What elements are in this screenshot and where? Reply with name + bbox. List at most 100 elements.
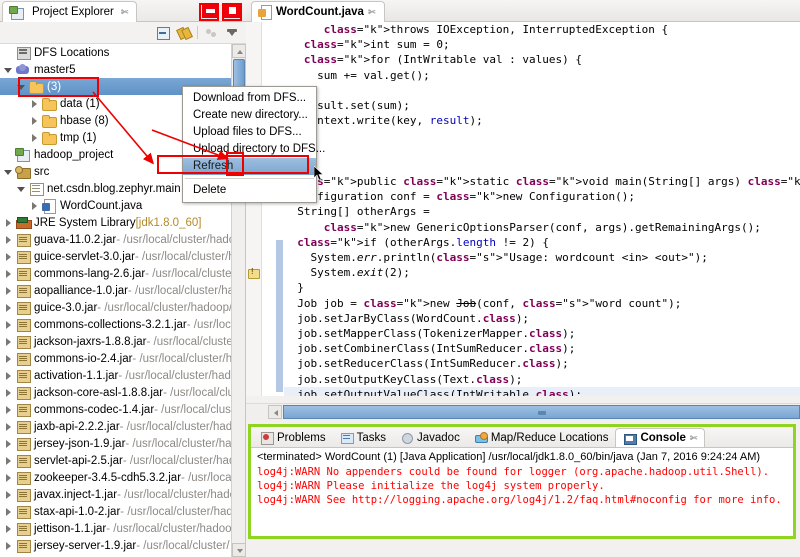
twisty-collapsed-icon[interactable] xyxy=(2,369,15,382)
tree-item-label: hadoop_project xyxy=(34,148,114,161)
console-tab-javadoc[interactable]: Javadoc xyxy=(393,428,467,447)
scroll-down-arrow-icon[interactable] xyxy=(232,543,245,557)
tree-item[interactable]: commons-collections-3.2.1.jar - /usr/loc… xyxy=(0,316,231,333)
tree-item-label: jettison-1.1.jar xyxy=(34,522,107,535)
warning-marker-icon[interactable] xyxy=(248,267,260,279)
tree-item[interactable]: servlet-api-2.5.jar - /usr/local/cluster… xyxy=(0,452,231,469)
collapse-all-icon[interactable] xyxy=(155,25,170,40)
minimize-button[interactable] xyxy=(202,3,218,18)
tree-item[interactable]: guava-11.0.2.jar - /usr/local/cluster/ha… xyxy=(0,231,231,248)
tree-item[interactable]: jackson-jaxrs-1.8.8.jar - /usr/local/clu… xyxy=(0,333,231,350)
tree-item-sublabel: - /usr/local/cluster/had xyxy=(122,454,231,467)
twisty-collapsed-icon[interactable] xyxy=(2,386,15,399)
tree-item[interactable]: jersey-json-1.9.jar - /usr/local/cluster… xyxy=(0,435,231,452)
scroll-left-arrow-icon[interactable] xyxy=(268,405,282,419)
menu-item[interactable]: Delete xyxy=(183,182,316,199)
twisty-collapsed-icon[interactable] xyxy=(2,437,15,450)
twisty-collapsed-icon[interactable] xyxy=(28,114,41,127)
tree-item-label: commons-codec-1.4.jar xyxy=(34,403,155,416)
tree-item[interactable]: JRE System Library [jdk1.8.0_60] xyxy=(0,214,231,231)
console-body[interactable]: <terminated> WordCount (1) [Java Applica… xyxy=(251,447,793,536)
console-tab-tasks[interactable]: Tasks xyxy=(333,428,393,447)
twisty-collapsed-icon[interactable] xyxy=(2,352,15,365)
menu-separator xyxy=(185,178,314,179)
console-icon xyxy=(623,432,638,445)
twisty-collapsed-icon[interactable] xyxy=(2,420,15,433)
menu-item[interactable]: Create new directory... xyxy=(183,107,316,124)
jar-icon xyxy=(15,402,31,417)
editor-hscrollbar[interactable] xyxy=(246,403,800,420)
tree-item-sublabel: - /usr/local/cluster/ha xyxy=(125,437,231,450)
maximize-button[interactable] xyxy=(224,3,240,18)
tree-item[interactable]: javax.inject-1.jar - /usr/local/cluster/… xyxy=(0,486,231,503)
twisty-collapsed-icon[interactable] xyxy=(2,284,15,297)
scroll-up-arrow-icon[interactable] xyxy=(232,44,245,58)
tree-item[interactable]: jersey-server-1.9.jar - /usr/local/clust… xyxy=(0,537,231,554)
tree-item[interactable]: commons-lang-2.6.jar - /usr/local/cluste… xyxy=(0,265,231,282)
menu-item[interactable]: Upload directory to DFS... xyxy=(183,141,325,158)
twisty-collapsed-icon[interactable] xyxy=(2,233,15,246)
tree-item-label: net.csdn.blog.zephyr.main xyxy=(47,182,181,195)
view-menu-icon[interactable] xyxy=(225,25,240,40)
tree-item-label: jaxb-api-2.2.2.jar xyxy=(34,420,120,433)
tree-item[interactable]: jettison-1.1.jar - /usr/local/cluster/ha… xyxy=(0,520,231,537)
close-icon[interactable]: ✄ xyxy=(690,433,698,444)
console-tab-mapreduce[interactable]: Map/Reduce Locations xyxy=(467,428,616,447)
jar-icon xyxy=(15,300,31,315)
twisty-expanded-icon[interactable] xyxy=(2,63,15,76)
folding-column[interactable] xyxy=(263,22,276,396)
focus-icon[interactable] xyxy=(204,25,219,40)
tab-wordcount-java[interactable]: WordCount.java ✄ xyxy=(251,1,385,22)
code-editor-pane[interactable]: class="k">throws IOException, Interrupte… xyxy=(246,22,800,396)
editor-gutter[interactable] xyxy=(246,22,262,396)
twisty-collapsed-icon[interactable] xyxy=(2,522,15,535)
close-icon[interactable]: ✄ xyxy=(121,7,129,18)
console-tab-problems[interactable]: Problems xyxy=(253,428,333,447)
tree-item[interactable]: jackson-core-asl-1.8.8.jar - /usr/local/… xyxy=(0,384,231,401)
proj-icon xyxy=(15,147,31,162)
twisty-collapsed-icon[interactable] xyxy=(2,301,15,314)
twisty-collapsed-icon[interactable] xyxy=(28,131,41,144)
twisty-collapsed-icon[interactable] xyxy=(28,199,41,212)
tree-item-label: jackson-jaxrs-1.8.8.jar xyxy=(34,335,147,348)
twisty-collapsed-icon[interactable] xyxy=(2,539,15,552)
twisty-collapsed-icon[interactable] xyxy=(2,318,15,331)
folder-icon xyxy=(41,130,57,145)
tree-item[interactable]: guice-3.0.jar - /usr/local/cluster/hadoo… xyxy=(0,299,231,316)
twisty-collapsed-icon[interactable] xyxy=(2,488,15,501)
twisty-collapsed-icon[interactable] xyxy=(2,250,15,263)
tree-item[interactable]: activation-1.1.jar - /usr/local/cluster/… xyxy=(0,367,231,384)
tree-item-label: WordCount.java xyxy=(60,199,143,212)
twisty-collapsed-icon[interactable] xyxy=(2,216,15,229)
tree-item[interactable]: guice-servlet-3.0.jar - /usr/local/clust… xyxy=(0,248,231,265)
tree-item[interactable]: commons-io-2.4.jar - /usr/local/cluster/… xyxy=(0,350,231,367)
twisty-collapsed-icon[interactable] xyxy=(2,471,15,484)
menu-item[interactable]: Refresh xyxy=(183,158,316,175)
source-code[interactable]: class="k">throws IOException, Interrupte… xyxy=(284,22,800,396)
twisty-collapsed-icon[interactable] xyxy=(2,335,15,348)
dfs-context-menu[interactable]: Download from DFS... Create new directory… xyxy=(182,86,325,203)
tree-item-label: tmp (1) xyxy=(60,131,97,144)
menu-item[interactable]: Download from DFS... xyxy=(183,90,316,107)
twisty-expanded-icon[interactable] xyxy=(15,80,28,93)
tree-item[interactable]: commons-codec-1.4.jar - /usr/local/clust xyxy=(0,401,231,418)
twisty-collapsed-icon[interactable] xyxy=(28,97,41,110)
tree-item[interactable]: master5 xyxy=(0,61,231,78)
tab-project-explorer[interactable]: Project Explorer ✄ xyxy=(2,1,138,22)
tree-item[interactable]: zookeeper-3.4.5-cdh5.3.2.jar - /usr/loca… xyxy=(0,469,231,486)
link-with-editor-icon[interactable] xyxy=(176,25,191,40)
tree-item[interactable]: aopalliance-1.0.jar - /usr/local/cluster… xyxy=(0,282,231,299)
console-tab-console[interactable]: Console ✄ xyxy=(615,428,706,447)
twisty-collapsed-icon[interactable] xyxy=(2,505,15,518)
twisty-expanded-icon[interactable] xyxy=(2,165,15,178)
tree-item[interactable]: DFS Locations xyxy=(0,44,231,61)
twisty-expanded-icon[interactable] xyxy=(15,182,28,195)
twisty-collapsed-icon[interactable] xyxy=(2,267,15,280)
twisty-collapsed-icon[interactable] xyxy=(2,403,15,416)
menu-item[interactable]: Upload files to DFS... xyxy=(183,124,316,141)
tree-item[interactable]: stax-api-1.0-2.jar - /usr/local/cluster/… xyxy=(0,503,231,520)
twisty-collapsed-icon[interactable] xyxy=(2,454,15,467)
hscroll-thumb[interactable] xyxy=(283,405,800,419)
close-icon[interactable]: ✄ xyxy=(368,7,376,18)
tree-item[interactable]: jaxb-api-2.2.2.jar - /usr/local/cluster/… xyxy=(0,418,231,435)
